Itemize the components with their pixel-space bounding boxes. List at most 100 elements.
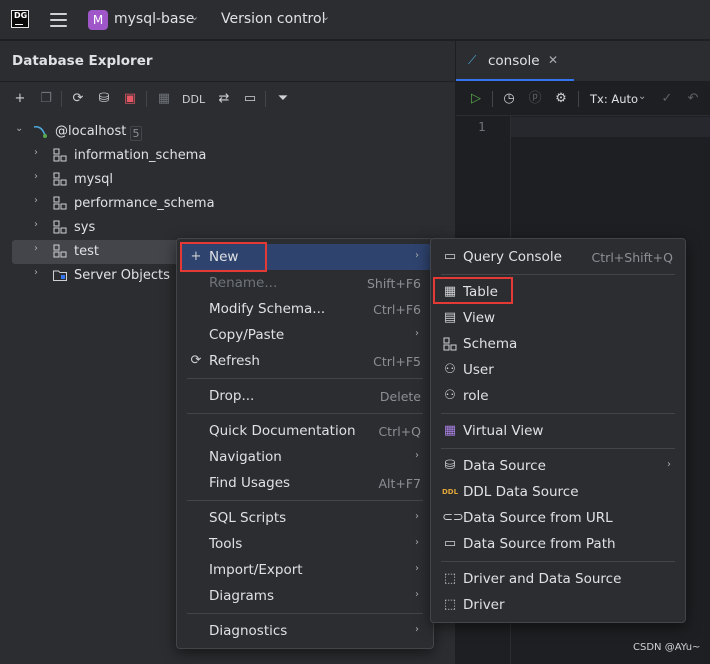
- menu-item-modify-schema[interactable]: Modify Schema... Ctrl+F6: [181, 296, 431, 322]
- tab-console[interactable]: ⟋ console ✕: [456, 41, 574, 81]
- schema-icon: [53, 244, 67, 258]
- chevron-right-icon: ›: [415, 328, 419, 339]
- gear-icon[interactable]: ⚙: [552, 90, 570, 108]
- chevron-right-icon[interactable]: ›: [34, 171, 38, 182]
- transaction-mode-select[interactable]: Tx: Auto: [590, 92, 638, 106]
- context-menu: + New › Rename... Shift+F6 Modify Schema…: [176, 238, 434, 649]
- tree-item-schema[interactable]: › sys: [0, 216, 455, 240]
- chevron-right-icon: ›: [667, 459, 671, 470]
- filter-icon[interactable]: ⏷: [274, 90, 292, 108]
- submenu-item-query-console[interactable]: ▭ Query Console Ctrl+Shift+Q: [435, 244, 683, 270]
- menu-item-label: Query Console: [463, 249, 562, 265]
- menu-item-label: Modify Schema...: [209, 301, 326, 317]
- table-icon[interactable]: ▦: [155, 90, 173, 108]
- ddl-button[interactable]: DDL: [182, 93, 205, 106]
- shortcut-label: Ctrl+Q: [378, 424, 421, 439]
- stop-icon[interactable]: ▣: [121, 90, 139, 108]
- folder-icon: [53, 270, 67, 281]
- tree-item-label: information_schema: [74, 148, 207, 163]
- menu-item-import-export[interactable]: Import/Export ›: [181, 557, 431, 583]
- menu-item-find-usages[interactable]: Find Usages Alt+F7: [181, 470, 431, 496]
- chevron-right-icon[interactable]: ›: [34, 219, 38, 230]
- tree-root-label: @localhost: [55, 124, 127, 139]
- submenu-item-role[interactable]: ⚇ role: [435, 383, 683, 409]
- chevron-right-icon[interactable]: ›: [34, 195, 38, 206]
- submenu-item-driver-and-data-source[interactable]: ⬚ Driver and Data Source: [435, 566, 683, 592]
- menu-separator: [441, 274, 675, 275]
- user-icon: ⚇: [444, 362, 456, 377]
- add-icon[interactable]: +: [11, 90, 29, 108]
- rollback-icon[interactable]: ↶: [684, 90, 702, 108]
- ddl-icon: DDL: [442, 488, 459, 496]
- link-icon: ⊂⊃: [442, 510, 464, 525]
- chevron-right-icon[interactable]: ›: [34, 147, 38, 158]
- menu-item-label: DDL Data Source: [463, 484, 579, 500]
- schema-icon: [443, 337, 457, 351]
- tree-item-label: test: [74, 244, 99, 259]
- editor-tab-bar: ⟋ console ✕: [456, 41, 710, 81]
- app-logo[interactable]: DG: [11, 10, 29, 28]
- editor-toolbar: ▷ ◷ ⓟ ⚙ Tx: Auto ⌄ ✓ ↶: [456, 82, 710, 116]
- menu-separator: [187, 500, 423, 501]
- line-number: 1: [478, 119, 486, 134]
- submenu-item-ddl-data-source[interactable]: DDL DDL Data Source: [435, 479, 683, 505]
- tree-item-label: sys: [74, 220, 96, 235]
- main-menu-icon[interactable]: [50, 13, 67, 27]
- tree-item-schema[interactable]: › performance_schema: [0, 192, 455, 216]
- menu-item-label: role: [463, 388, 489, 404]
- run-icon[interactable]: ▷: [467, 90, 485, 108]
- submenu-item-user[interactable]: ⚇ User: [435, 357, 683, 383]
- chevron-down-icon[interactable]: ⌄: [15, 123, 23, 134]
- menu-item-diagrams[interactable]: Diagrams ›: [181, 583, 431, 609]
- close-icon[interactable]: ✕: [548, 53, 558, 67]
- refresh-icon[interactable]: ⟳: [69, 90, 87, 108]
- tree-root-localhost[interactable]: ⌄ @localhost 5: [0, 120, 455, 144]
- submenu-item-view[interactable]: ▤ View: [435, 305, 683, 331]
- refresh-icon: ⟳: [190, 353, 202, 368]
- tree-item-schema[interactable]: › information_schema: [0, 144, 455, 168]
- menu-item-sql-scripts[interactable]: SQL Scripts ›: [181, 505, 431, 531]
- menu-item-copy-paste[interactable]: Copy/Paste ›: [181, 322, 431, 348]
- menu-item-tools[interactable]: Tools ›: [181, 531, 431, 557]
- menu-item-label: Copy/Paste: [209, 327, 285, 343]
- chevron-down-icon[interactable]: ⌄: [321, 10, 330, 23]
- menu-item-diagnostics[interactable]: Diagnostics ›: [181, 618, 431, 644]
- history-icon[interactable]: ◷: [500, 90, 518, 108]
- submenu-item-data-source[interactable]: ⛁ Data Source ›: [435, 453, 683, 479]
- project-name[interactable]: mysql-base: [114, 11, 194, 27]
- menu-item-refresh[interactable]: ⟳ Refresh Ctrl+F5: [181, 348, 431, 374]
- menu-item-drop[interactable]: Drop... Delete: [181, 383, 431, 409]
- annotation-highlight-new: [180, 242, 267, 272]
- chevron-down-icon[interactable]: ⌄: [190, 10, 199, 23]
- schema-icon: [53, 172, 67, 186]
- menu-item-rename[interactable]: Rename... Shift+F6: [181, 270, 431, 296]
- submenu-item-data-source-path[interactable]: ▭ Data Source from Path: [435, 531, 683, 557]
- project-badge[interactable]: M: [88, 10, 108, 30]
- copy-icon[interactable]: ❐: [37, 90, 55, 108]
- submenu-item-virtual-view[interactable]: ▦ Virtual View: [435, 418, 683, 444]
- submenu-item-data-source-url[interactable]: ⊂⊃ Data Source from URL: [435, 505, 683, 531]
- annotation-highlight-table: [433, 277, 513, 304]
- data-source-properties-icon[interactable]: ⛁: [95, 90, 113, 108]
- console-icon[interactable]: ▭: [241, 90, 259, 108]
- menu-item-navigation[interactable]: Navigation ›: [181, 444, 431, 470]
- menu-item-label: SQL Scripts: [209, 510, 287, 526]
- pause-icon[interactable]: ⓟ: [526, 90, 544, 108]
- menu-item-label: User: [463, 362, 494, 378]
- version-control-menu[interactable]: Version control: [221, 11, 325, 27]
- commit-icon[interactable]: ✓: [658, 90, 676, 108]
- chevron-right-icon[interactable]: ›: [34, 267, 38, 278]
- jump-to-source-icon[interactable]: ⇄: [215, 90, 233, 108]
- menu-item-quick-documentation[interactable]: Quick Documentation Ctrl+Q: [181, 418, 431, 444]
- menu-item-label: Drop...: [209, 388, 255, 404]
- chevron-right-icon: ›: [415, 624, 419, 635]
- view-icon: ▤: [443, 310, 457, 325]
- chevron-right-icon[interactable]: ›: [34, 243, 38, 254]
- submenu-item-driver[interactable]: ⬚ Driver: [435, 592, 683, 618]
- tree-item-label: Server Objects: [74, 268, 170, 283]
- tree-item-label: mysql: [74, 172, 113, 187]
- menu-item-label: Virtual View: [463, 423, 544, 439]
- tree-item-schema[interactable]: › mysql: [0, 168, 455, 192]
- chevron-down-icon[interactable]: ⌄: [638, 91, 646, 102]
- submenu-item-schema[interactable]: Schema: [435, 331, 683, 357]
